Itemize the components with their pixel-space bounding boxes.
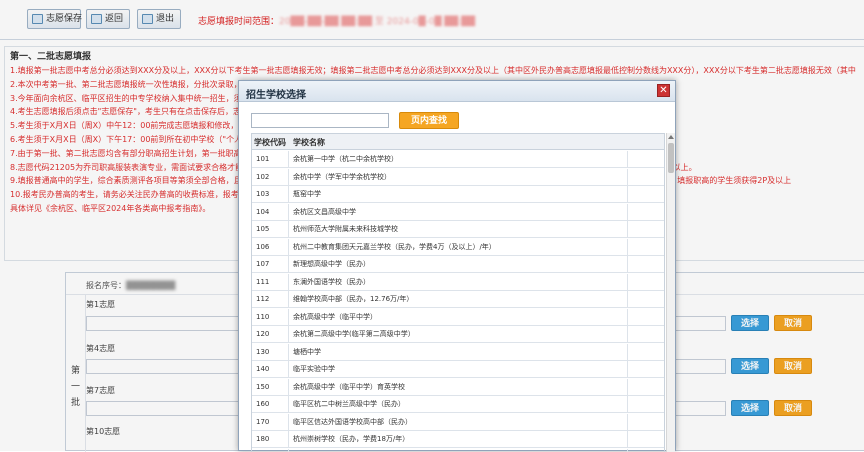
table-cell [627, 326, 664, 343]
page-search-button[interactable]: 页内查找 [399, 112, 459, 129]
table-row[interactable]: 106杭州二中教育集团天元嘉兰学校（民办，学费4万（及以上）/年） [252, 239, 664, 256]
table-row[interactable]: 111东澜外国语学校（民办） [252, 274, 664, 291]
dialog-header: 招生学校选择 ✕ [239, 81, 675, 102]
school-code: 180 [252, 431, 289, 448]
school-name[interactable]: 瓶窑中学 [293, 186, 321, 203]
school-code: 101 [252, 151, 289, 168]
table-row[interactable]: 102余杭中学（学军中学余杭学校） [252, 169, 664, 186]
column-header-code: 学校代码 [254, 137, 286, 148]
school-name[interactable]: 余杭第二高级中学(临平第二高级中学） [293, 326, 415, 343]
table-cell [627, 431, 664, 448]
table-cell [627, 396, 664, 413]
school-code: 140 [252, 361, 289, 378]
table-cell [627, 449, 664, 452]
school-name[interactable]: 杭州崇树学校（民办，学费18万/年） [293, 431, 409, 448]
school-name[interactable]: 维翰学校高中部（民办，12.76万/年） [293, 291, 413, 308]
table-row[interactable]: 150余杭高级中学（临平中学）育英学校 [252, 379, 664, 396]
school-name[interactable]: 杭州二中教育集团天元嘉兰学校（民办，学费4万（及以上）/年） [293, 239, 496, 256]
scroll-up-icon[interactable] [668, 135, 674, 139]
table-row[interactable]: 104余杭区文昌高级中学 [252, 204, 664, 221]
school-name[interactable]: 临平实验中学 [293, 361, 335, 378]
scrollbar[interactable] [666, 133, 675, 452]
school-table: 学校代码 学校名称 101余杭第一中学（杭二中余杭学校）102余杭中学（学军中学… [251, 133, 665, 452]
table-cell [627, 151, 664, 168]
table-row[interactable]: 130塘栖中学 [252, 344, 664, 361]
school-name[interactable]: 新理想高级中学（民办） [293, 256, 370, 273]
school-select-dialog: 招生学校选择 ✕ 页内查找 学校代码 学校名称 101余杭第一中学（杭二中余杭学… [238, 80, 676, 451]
school-code: 111 [252, 274, 289, 291]
table-cell [627, 221, 664, 238]
table-cell [627, 291, 664, 308]
table-cell [627, 256, 664, 273]
table-row[interactable]: 112维翰学校高中部（民办，12.76万/年） [252, 291, 664, 308]
school-code: 150 [252, 379, 289, 396]
table-row[interactable]: 120余杭第二高级中学(临平第二高级中学） [252, 326, 664, 343]
school-name[interactable]: 临平区杭二中树兰高级中学（民办） [293, 396, 405, 413]
school-code: 112 [252, 291, 289, 308]
table-cell [627, 344, 664, 361]
table-cell [627, 379, 664, 396]
school-code: 130 [252, 344, 289, 361]
school-code: 120 [252, 326, 289, 343]
table-cell [627, 186, 664, 203]
table-header: 学校代码 学校名称 [252, 134, 664, 150]
dialog-title: 招生学校选择 [246, 86, 306, 101]
table-row[interactable]: 160临平区杭二中树兰高级中学（民办） [252, 396, 664, 413]
school-name[interactable]: 余杭高级中学（临平中学） [293, 309, 377, 326]
school-name[interactable]: 东澜外国语学校（民办） [293, 274, 370, 291]
close-icon[interactable]: ✕ [657, 84, 670, 97]
school-name[interactable]: 余杭第一中学（杭二中余杭学校） [293, 151, 398, 168]
table-row[interactable]: 103瓶窑中学 [252, 186, 664, 203]
table-cell [627, 361, 664, 378]
table-cell [627, 414, 664, 431]
scroll-thumb[interactable] [668, 143, 674, 173]
school-name[interactable]: 杭州师范大学附属未来科技城学校 [293, 221, 398, 238]
table-row[interactable]: 107新理想高级中学（民办） [252, 256, 664, 273]
school-code: 103 [252, 186, 289, 203]
school-code: 104 [252, 204, 289, 221]
school-name[interactable]: 光华外国语学校（民办） [293, 449, 370, 452]
school-code: 107 [252, 256, 289, 273]
school-code: 170 [252, 414, 289, 431]
table-row[interactable]: 101余杭第一中学（杭二中余杭学校） [252, 151, 664, 168]
search-input[interactable] [251, 113, 389, 128]
table-cell [627, 309, 664, 326]
table-row[interactable]: 140临平实验中学 [252, 361, 664, 378]
school-name[interactable]: 塘栖中学 [293, 344, 321, 361]
school-code: 106 [252, 239, 289, 256]
table-cell [627, 274, 664, 291]
school-name[interactable]: 余杭高级中学（临平中学）育英学校 [293, 379, 405, 396]
table-row[interactable]: 170临平区信达外国语学校高中部（民办） [252, 414, 664, 431]
table-cell [627, 204, 664, 221]
school-name[interactable]: 余杭中学（学军中学余杭学校） [293, 169, 391, 186]
school-code: 160 [252, 396, 289, 413]
column-header-name: 学校名称 [293, 137, 325, 148]
table-row[interactable]: 110余杭高级中学（临平中学） [252, 309, 664, 326]
school-code: 190 [252, 449, 289, 452]
school-name[interactable]: 余杭区文昌高级中学 [293, 204, 356, 221]
table-cell [627, 169, 664, 186]
table-row[interactable]: 180杭州崇树学校（民办，学费18万/年） [252, 431, 664, 448]
school-name[interactable]: 临平区信达外国语学校高中部（民办） [293, 414, 412, 431]
school-code: 102 [252, 169, 289, 186]
school-code: 105 [252, 221, 289, 238]
table-row[interactable]: 105杭州师范大学附属未来科技城学校 [252, 221, 664, 238]
school-code: 110 [252, 309, 289, 326]
table-cell [627, 239, 664, 256]
table-row[interactable]: 190 光华外国语学校（民办） [252, 449, 664, 452]
